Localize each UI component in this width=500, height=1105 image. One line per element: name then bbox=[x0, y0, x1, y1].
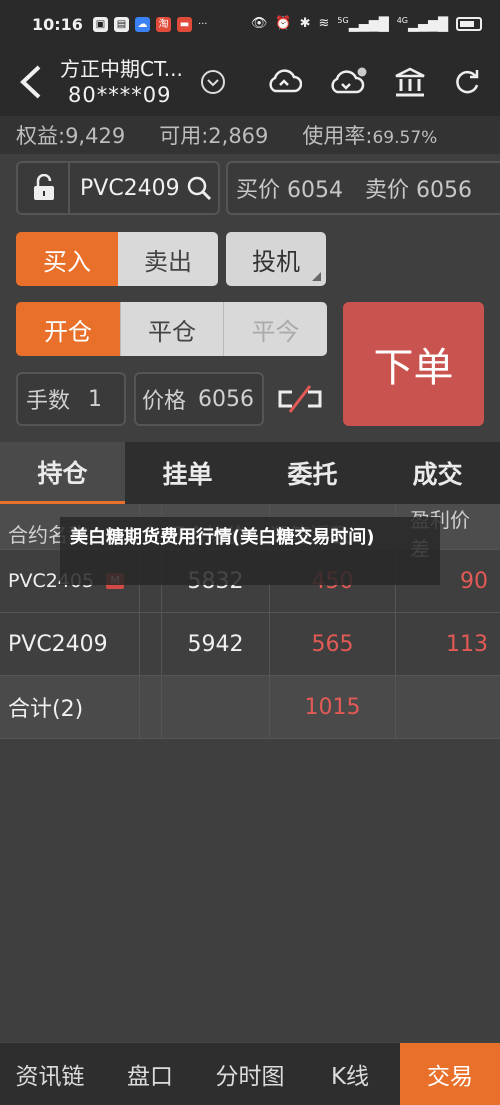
app-notification-icon: ☁ bbox=[134, 16, 150, 32]
total-label: 合计(2) bbox=[0, 676, 140, 738]
available-value: 可用:2,869 bbox=[159, 124, 269, 148]
tab-trades[interactable]: 成交 bbox=[375, 442, 500, 504]
cloud-upload-icon[interactable] bbox=[266, 67, 302, 97]
lock-icon bbox=[34, 174, 54, 200]
account-summary: 权益:9,429 可用:2,869 使用率:69.57% bbox=[0, 116, 500, 154]
chevron-down-icon[interactable] bbox=[200, 69, 226, 95]
equity-value: 权益:9,429 bbox=[16, 124, 126, 148]
account-selector[interactable]: 方正中期CT... 80****09 bbox=[60, 56, 200, 108]
hedge-type-select[interactable]: 投机 bbox=[226, 232, 326, 286]
notification-icons: ▣ ▤ ☁ 淘 ▬ ··· bbox=[92, 16, 208, 32]
alarm-icon: ⏰ bbox=[275, 16, 292, 32]
app-notification-icon: ▬ bbox=[176, 16, 192, 32]
bid-price: 买价 6054 bbox=[236, 178, 343, 203]
system-status: 👁 ⏰ ✱ ≋ 5G▂▄▆█ 4G▂▄▆█ bbox=[251, 16, 482, 32]
account-name: 方正中期CT... bbox=[60, 57, 183, 81]
wifi-icon: ≋ bbox=[318, 16, 330, 32]
usage-rate: 使用率:69.57% bbox=[302, 124, 438, 148]
nav-intraday[interactable]: 分时图 bbox=[200, 1043, 300, 1105]
quantity-field[interactable]: 手数 1 bbox=[16, 372, 126, 426]
ask-price: 卖价 6056 bbox=[364, 178, 472, 203]
contract-input[interactable]: PVC2409 bbox=[68, 161, 220, 215]
nav-trade[interactable]: 交易 bbox=[400, 1043, 500, 1105]
signal-icon: 5G▂▄▆█ bbox=[337, 15, 389, 33]
price-label: 价格 bbox=[142, 389, 187, 414]
app-notification-icon: 淘 bbox=[155, 16, 171, 32]
row-contract: PVC2409 bbox=[0, 613, 140, 675]
back-arrow-icon bbox=[20, 65, 41, 99]
row-avg-price: 5942 bbox=[162, 613, 270, 675]
tab-pending[interactable]: 挂单 bbox=[125, 442, 250, 504]
quantity-value: 1 bbox=[88, 386, 103, 412]
contract-code: PVC2409 bbox=[80, 175, 180, 201]
dropdown-corner-icon bbox=[312, 272, 321, 281]
nav-order-book[interactable]: 盘口 bbox=[100, 1043, 200, 1105]
buy-button[interactable]: 买入 bbox=[16, 232, 118, 286]
back-button[interactable] bbox=[0, 48, 60, 116]
row-spacer bbox=[140, 613, 162, 675]
row-spacer bbox=[140, 676, 162, 738]
more-notifications: ··· bbox=[197, 18, 208, 30]
nav-news[interactable]: 资讯链 bbox=[0, 1043, 100, 1105]
cloud-download-icon[interactable] bbox=[328, 66, 368, 98]
clock: 10:16 bbox=[32, 14, 83, 34]
lock-button[interactable] bbox=[16, 161, 70, 215]
battery-icon bbox=[456, 16, 482, 31]
signal-icon: 4G▂▄▆█ bbox=[396, 15, 448, 33]
price-field[interactable]: 价格 6056 bbox=[134, 372, 264, 426]
sell-button[interactable]: 卖出 bbox=[118, 232, 218, 286]
total-pnl: 1015 bbox=[270, 676, 396, 738]
watermark-caption: 美白糖期货费用行情(美白糖交易时间) bbox=[60, 517, 440, 585]
row-spacer bbox=[396, 676, 500, 738]
quote-display: 买价 6054 卖价 6056 bbox=[226, 161, 500, 215]
table-total-row: 合计(2) 1015 bbox=[0, 676, 500, 739]
price-value: 6056 bbox=[198, 386, 255, 412]
hedge-type-label: 投机 bbox=[252, 247, 300, 276]
nav-kline[interactable]: K线 bbox=[300, 1043, 400, 1105]
tab-orders[interactable]: 委托 bbox=[250, 442, 375, 504]
refresh-icon[interactable] bbox=[452, 67, 482, 97]
status-bar: 10:16 ▣ ▤ ☁ 淘 ▬ ··· 👁 ⏰ ✱ ≋ 5G▂▄▆█ 4G▂▄▆… bbox=[0, 0, 500, 48]
row-spacer bbox=[162, 676, 270, 738]
bluetooth-icon: ✱ bbox=[299, 16, 311, 32]
eye-icon: 👁 bbox=[250, 16, 268, 32]
open-position-button[interactable]: 开仓 bbox=[16, 302, 120, 356]
row-float-pnl: 565 bbox=[270, 613, 396, 675]
quantity-label: 手数 bbox=[26, 389, 71, 414]
app-notification-icon: ▤ bbox=[113, 16, 129, 32]
close-position-button[interactable]: 平仓 bbox=[120, 302, 223, 356]
place-order-button[interactable]: 下单 bbox=[343, 302, 484, 426]
close-today-button[interactable]: 平今 bbox=[223, 302, 327, 356]
app-notification-icon: ▣ bbox=[92, 16, 108, 32]
tab-positions[interactable]: 持仓 bbox=[0, 442, 125, 504]
table-row[interactable]: PVC2409 5942 565 113 bbox=[0, 613, 500, 676]
search-icon[interactable] bbox=[186, 175, 212, 201]
position-tabs: 持仓 挂单 委托 成交 bbox=[0, 442, 500, 504]
unlink-icon[interactable] bbox=[274, 380, 326, 418]
row-spread: 113 bbox=[446, 631, 488, 657]
bottom-nav: 资讯链 盘口 分时图 K线 交易 bbox=[0, 1042, 500, 1105]
account-id: 80****09 bbox=[68, 83, 172, 107]
bank-icon[interactable] bbox=[394, 67, 426, 97]
top-nav: 方正中期CT... 80****09 bbox=[0, 48, 500, 116]
